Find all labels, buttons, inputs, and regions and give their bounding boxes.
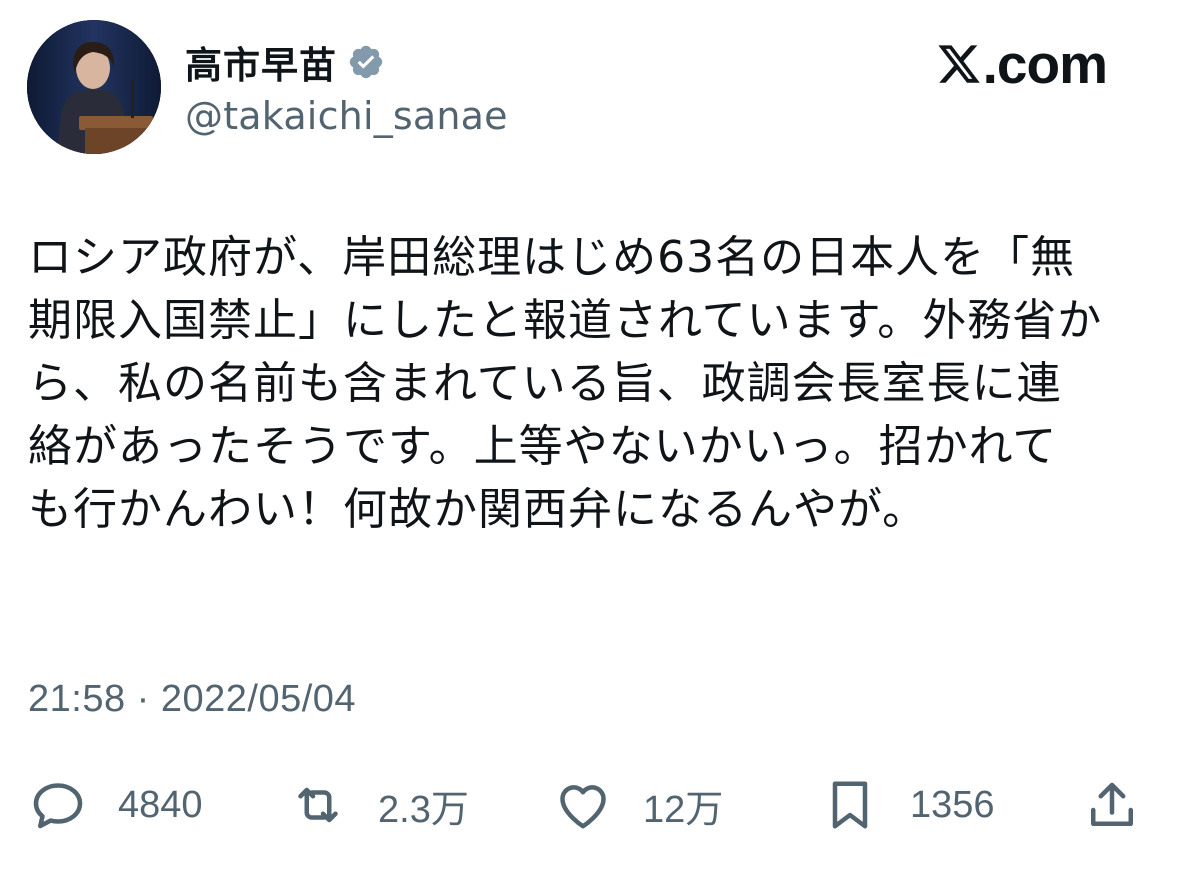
tweet-line: 期限入国禁止」にしたと報道されています。外務省か (28, 295, 1103, 346)
avatar[interactable] (27, 20, 161, 154)
verified-badge-icon (347, 43, 385, 81)
user-handle[interactable]: @takaichi_sanae (185, 94, 508, 138)
bookmark-count: 1356 (910, 783, 995, 826)
retweet-icon (298, 787, 338, 823)
tweet-line: ロシア政府が、岸田総理はじめ63名の日本人を「無 (28, 232, 1076, 283)
heart-icon (560, 785, 606, 829)
reply-icon (33, 783, 83, 829)
x-logo-icon (938, 45, 980, 83)
tweet-timestamp[interactable]: 21:58 · 2022/05/04 (28, 678, 356, 721)
share-button[interactable] (1082, 770, 1142, 840)
like-button[interactable]: 12万 (553, 770, 723, 840)
name-row: 高市早苗 (185, 36, 508, 88)
tweet-header: 高市早苗 @takaichi_sanae .com (27, 20, 1147, 160)
display-name[interactable]: 高市早苗 (185, 35, 337, 89)
like-count: 12万 (643, 788, 724, 831)
tweet-line: も行かんわい！何故か関西弁になるんやが。 (28, 484, 928, 535)
avatar-photo (27, 20, 161, 154)
x-logo: .com (936, 33, 1108, 95)
bookmark-icon (832, 781, 868, 829)
retweet-count: 2.3万 (378, 788, 469, 831)
tweet-text: ロシア政府が、岸田総理はじめ63名の日本人を「無 期限入国禁止」にしたと報道され… (28, 226, 1158, 541)
share-icon (1091, 782, 1133, 826)
tweet-line: 絡があったそうです。上等やないかいっ。招かれて (28, 421, 1058, 472)
retweet-button[interactable]: 2.3万 (288, 770, 469, 840)
tweet-line: ら、私の名前も含まれている旨、政調会長室長に連 (28, 358, 1062, 409)
reply-button[interactable]: 4840 (28, 770, 203, 840)
user-identity: 高市早苗 @takaichi_sanae (185, 36, 508, 138)
action-bar: 4840 2.3万 12万 1356 (0, 770, 1179, 840)
reply-count: 4840 (118, 783, 203, 826)
bookmark-button[interactable]: 1356 (820, 770, 995, 840)
brand-text: .com (982, 33, 1108, 95)
